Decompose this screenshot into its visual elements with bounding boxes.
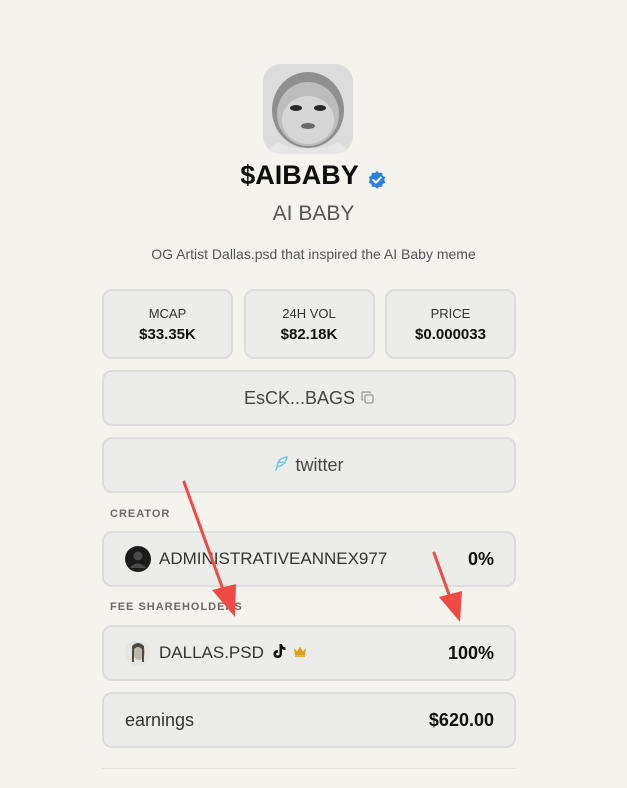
earnings-value: $620.00 bbox=[428, 709, 494, 730]
creator-name: ADMINISTRATIVEANNEX977 bbox=[159, 549, 388, 568]
stat-24h-vol: 24H VOL $82.18K bbox=[243, 289, 375, 359]
token-ticker-heading: $AIBABY bbox=[0, 160, 627, 191]
copy-icon bbox=[361, 388, 374, 409]
shareholder-avatar bbox=[125, 640, 151, 666]
stats-row: MCAP $33.35K 24H VOL $82.18K PRICE $0.00… bbox=[102, 289, 516, 359]
token-ticker: $AIBABY bbox=[240, 160, 359, 190]
twitter-link-button[interactable]: twitter bbox=[102, 437, 516, 493]
creator-row[interactable]: ADMINISTRATIVEANNEX977 0% bbox=[102, 531, 516, 587]
stat-label: PRICE bbox=[430, 305, 471, 321]
fee-shareholder-row[interactable]: DALLAS.PSD 100% bbox=[102, 625, 516, 681]
twitter-label: twitter bbox=[295, 454, 344, 475]
creator-percent: 0% bbox=[467, 548, 494, 569]
stat-value: $82.18K bbox=[280, 325, 338, 343]
contract-address: EsCK...BAGS bbox=[243, 387, 356, 408]
shareholder-percent: 100% bbox=[447, 642, 494, 663]
token-description: OG Artist Dallas.psd that inspired the A… bbox=[151, 246, 476, 262]
feather-icon bbox=[274, 455, 289, 476]
bottom-divider bbox=[102, 768, 516, 769]
token-avatar bbox=[263, 64, 353, 154]
stat-mcap: MCAP $33.35K bbox=[102, 289, 233, 359]
creator-avatar bbox=[125, 546, 151, 572]
stat-price: PRICE $0.000033 bbox=[385, 289, 516, 359]
tiktok-icon[interactable] bbox=[272, 643, 287, 664]
baby-portrait-image bbox=[263, 64, 353, 154]
fee-shareholders-section-label: FEE SHAREHOLDERS bbox=[110, 601, 243, 613]
stat-label: 24H VOL bbox=[282, 305, 336, 321]
stat-value: $33.35K bbox=[139, 325, 196, 343]
stat-value: $0.000033 bbox=[415, 325, 486, 343]
earnings-label: earnings bbox=[125, 709, 195, 730]
stat-label: MCAP bbox=[148, 305, 187, 321]
crown-icon bbox=[293, 644, 307, 662]
verified-badge-icon bbox=[367, 166, 387, 189]
copy-contract-button[interactable]: EsCK...BAGS bbox=[102, 370, 516, 426]
token-name: AI BABY bbox=[272, 202, 355, 225]
creator-section-label: CREATOR bbox=[110, 508, 171, 520]
shareholder-name: DALLAS.PSD bbox=[159, 643, 264, 662]
earnings-row: earnings $620.00 bbox=[102, 692, 516, 748]
